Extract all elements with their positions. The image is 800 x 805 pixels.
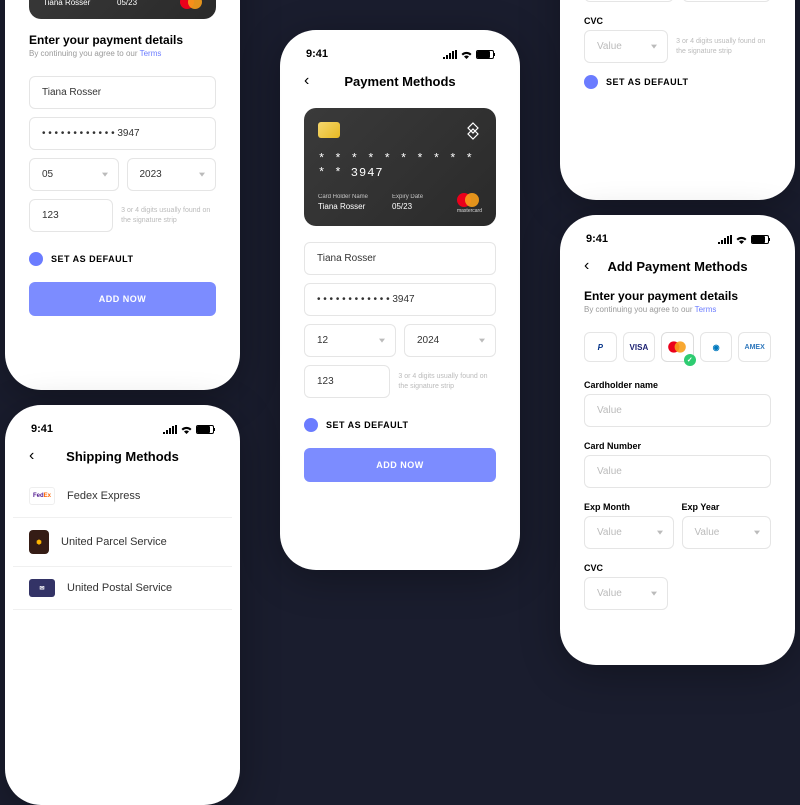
exp-year-select[interactable]: 2024: [404, 324, 496, 357]
cardholder-name-input[interactable]: Value: [584, 394, 771, 427]
wifi-icon: [180, 425, 193, 434]
cvc-input[interactable]: 123: [304, 365, 390, 398]
card-number-input[interactable]: • • • • • • • • • • • • 3947: [304, 283, 496, 316]
default-toggle[interactable]: [304, 418, 318, 432]
terms-link[interactable]: Terms: [140, 49, 162, 58]
payment-method-visa[interactable]: VISA: [623, 332, 656, 362]
cvc-input[interactable]: Value: [584, 577, 668, 610]
card-number-input[interactable]: Value: [584, 455, 771, 488]
ups-icon: ⬢: [29, 530, 49, 554]
page-title: Add Payment Methods: [568, 259, 787, 274]
mastercard-icon: [180, 0, 202, 9]
card-chip-icon: [318, 122, 340, 138]
status-bar: 9:41: [568, 223, 787, 251]
wifi-icon: [460, 50, 473, 59]
page-title: Shipping Methods: [13, 449, 232, 464]
battery-icon: [476, 50, 494, 59]
cardholder-name-input[interactable]: Tiana Rosser: [304, 242, 496, 275]
header: ‹ Payment Methods: [288, 66, 512, 100]
fedex-icon: FedEx: [29, 487, 55, 505]
add-now-button[interactable]: ADD NOW: [29, 282, 216, 316]
exp-year-select[interactable]: Value: [682, 516, 772, 549]
cardholder-name-input[interactable]: Tiana Rosser: [29, 76, 216, 109]
default-label: SET AS DEFAULT: [326, 420, 409, 430]
exp-month-select[interactable]: Value: [584, 0, 674, 2]
cvc-input[interactable]: Value: [584, 30, 668, 63]
cvc-input[interactable]: 123: [29, 199, 113, 232]
cvc-hint: 3 or 4 digits usually found on the signa…: [398, 372, 496, 390]
cvc-hint: 3 or 4 digits usually found on the signa…: [121, 206, 216, 224]
phone-payment-methods: 9:41 ‹ Payment Methods * * * * * * * * *…: [280, 30, 520, 570]
signal-icon: [443, 50, 457, 59]
add-now-button[interactable]: ADD NOW: [304, 448, 496, 482]
payment-method-amex[interactable]: AMEX: [738, 332, 771, 362]
check-icon: ✓: [684, 354, 696, 366]
phone-payment-details: * * * * * * * * * * * 3947 Card Holder N…: [5, 0, 240, 390]
section-title: Enter your payment details: [13, 29, 232, 49]
wifi-icon: [735, 235, 748, 244]
payment-method-paypal[interactable]: P: [584, 332, 617, 362]
card-number-input[interactable]: • • • • • • • • • • • • 3947: [29, 117, 216, 150]
phone-add-payment-methods: 9:41 ‹ Add Payment Methods Enter your pa…: [560, 215, 795, 665]
phone-card-form-partial: Card Number Value Exp Month Value Exp Ye…: [560, 0, 795, 200]
exp-year-select[interactable]: 2023: [127, 158, 217, 191]
usps-icon: ✉: [29, 579, 55, 597]
credit-card-preview: * * * * * * * * * * * 3947 Card Holder N…: [29, 0, 216, 19]
phone-shipping-methods: 9:41 ‹ Shipping Methods FedEx Fedex Expr…: [5, 405, 240, 805]
signal-icon: [718, 235, 732, 244]
credit-card-preview: * * * * * * * * * * * * 3947 Card Holder…: [304, 108, 496, 226]
battery-icon: [196, 425, 214, 434]
bank-logo-icon: [464, 122, 482, 140]
default-toggle[interactable]: [29, 252, 43, 266]
exp-month-select[interactable]: 12: [304, 324, 396, 357]
terms-link[interactable]: Terms: [695, 305, 717, 314]
exp-month-select[interactable]: 05: [29, 158, 119, 191]
shipping-option-fedex[interactable]: FedEx Fedex Express: [13, 475, 232, 518]
payment-method-mastercard[interactable]: ✓: [661, 332, 694, 362]
default-toggle[interactable]: [584, 75, 598, 89]
status-time: 9:41: [306, 48, 328, 60]
signal-icon: [163, 425, 177, 434]
exp-year-select[interactable]: Value: [682, 0, 772, 2]
shipping-option-usps[interactable]: ✉ United Postal Service: [13, 567, 232, 610]
mastercard-icon: mastercard: [457, 193, 482, 214]
card-number: * * * * * * * * * * * * 3947: [318, 152, 482, 180]
status-bar: 9:41: [13, 413, 232, 441]
battery-icon: [751, 235, 769, 244]
payment-method-diners[interactable]: ◉: [700, 332, 733, 362]
status-bar: 9:41: [288, 38, 512, 66]
page-title: Payment Methods: [288, 74, 512, 89]
shipping-option-ups[interactable]: ⬢ United Parcel Service: [13, 518, 232, 567]
exp-month-select[interactable]: Value: [584, 516, 674, 549]
